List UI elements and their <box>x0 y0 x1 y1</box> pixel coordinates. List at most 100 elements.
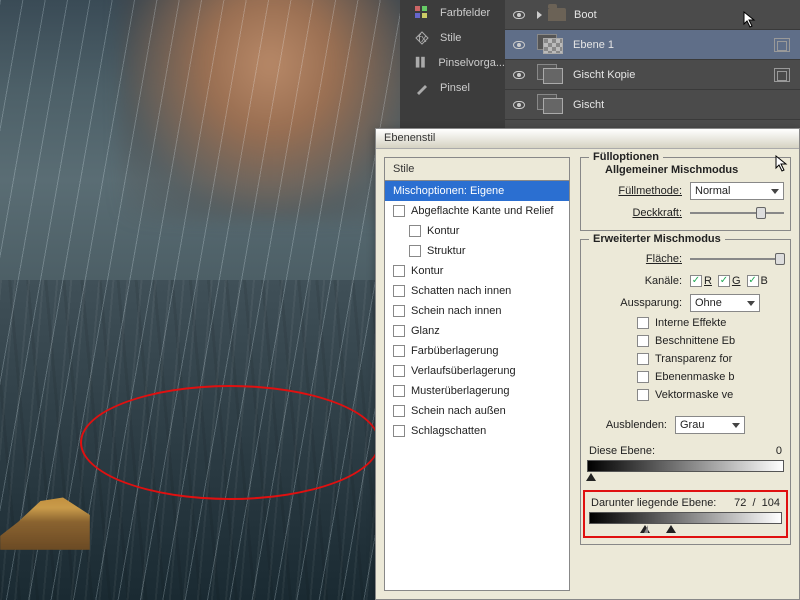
knockout-select[interactable]: Ohne <box>690 294 760 312</box>
visibility-icon[interactable] <box>513 41 525 49</box>
panel-brush-presets[interactable]: Pinselvorga... <box>400 50 505 75</box>
underlying-layer-gradient[interactable] <box>589 512 782 524</box>
style-item-outer-glow[interactable]: Schein nach außen <box>385 401 569 421</box>
checkbox-icon[interactable] <box>393 425 405 437</box>
folder-icon <box>548 8 566 21</box>
style-item-contour[interactable]: Kontur <box>385 221 569 241</box>
checkbox-icon[interactable] <box>637 353 649 365</box>
checkbox-icon[interactable] <box>637 335 649 347</box>
checkbox-icon[interactable] <box>690 275 702 287</box>
layer-action-icon[interactable] <box>774 38 790 52</box>
mouse-cursor-icon <box>774 154 792 175</box>
blend-mode-select[interactable]: Normal <box>690 182 784 200</box>
layer-row-boot[interactable]: Boot <box>505 0 800 30</box>
svg-text:fx: fx <box>418 33 427 45</box>
dialog-title-bar[interactable]: Ebenenstil <box>376 129 799 149</box>
gradient-knob-hi[interactable] <box>666 525 676 533</box>
channel-r[interactable]: R <box>690 275 712 287</box>
style-item-gradient-overlay[interactable]: Verlaufsüberlagerung <box>385 361 569 381</box>
this-layer-label: Diese Ebene: <box>589 445 655 457</box>
checkbox-icon[interactable] <box>393 205 405 217</box>
layer-row-ebene1[interactable]: Ebene 1 <box>505 30 800 60</box>
checkbox-icon[interactable] <box>718 275 730 287</box>
chevron-down-icon <box>747 301 755 306</box>
checkbox-icon[interactable] <box>393 285 405 297</box>
checkbox-icon[interactable] <box>637 389 649 401</box>
blend-if-select[interactable]: Grau <box>675 416 745 434</box>
style-item-satin[interactable]: Glanz <box>385 321 569 341</box>
channels-label: Kanäle: <box>587 275 682 287</box>
chevron-down-icon <box>732 423 740 428</box>
this-layer-gradient[interactable] <box>587 460 784 472</box>
layer-name: Gischt Kopie <box>573 69 774 81</box>
layer-action-icon[interactable] <box>774 68 790 82</box>
checkbox-icon[interactable] <box>393 325 405 337</box>
blending-options-pane: Fülloptionen Allgemeiner Mischmodus Füll… <box>580 157 791 591</box>
panel-styles[interactable]: fx Stile <box>400 25 505 50</box>
style-item-inner-glow[interactable]: Schein nach innen <box>385 301 569 321</box>
style-item-bevel[interactable]: Abgeflachte Kante und Relief <box>385 201 569 221</box>
gradient-knob-lo[interactable] <box>640 525 650 533</box>
visibility-icon[interactable] <box>513 101 525 109</box>
layer-thumbnail <box>537 64 565 86</box>
layer-style-dialog: Ebenenstil Stile Mischoptionen: Eigene A… <box>375 128 800 600</box>
panel-brush-presets-label: Pinselvorga... <box>438 57 505 69</box>
check-clipped-layers[interactable]: Beschnittene Eb <box>637 332 784 350</box>
gradient-knob-black[interactable] <box>586 473 596 481</box>
panel-swatches[interactable]: Farbfelder <box>400 0 505 25</box>
fill-options-legend: Fülloptionen <box>589 151 663 163</box>
swatches-icon <box>414 5 430 21</box>
style-list: Stile Mischoptionen: Eigene Abgeflachte … <box>384 157 570 591</box>
photoshop-canvas <box>0 0 400 600</box>
general-blend-legend: Allgemeiner Mischmodus <box>601 164 742 176</box>
check-layer-mask[interactable]: Ebenenmaske b <box>637 368 784 386</box>
checkbox-icon[interactable] <box>393 385 405 397</box>
chevron-down-icon <box>771 189 779 194</box>
brush-icon <box>414 80 430 96</box>
checkbox-icon[interactable] <box>393 345 405 357</box>
style-item-color-overlay[interactable]: Farbüberlagerung <box>385 341 569 361</box>
check-vector-mask[interactable]: Vektormaske ve <box>637 386 784 404</box>
opacity-slider[interactable] <box>690 204 784 222</box>
layer-row-gischt[interactable]: Gischt <box>505 90 800 120</box>
style-list-header: Stile <box>385 158 569 181</box>
checkbox-icon[interactable] <box>409 225 421 237</box>
panel-swatches-label: Farbfelder <box>440 7 490 19</box>
style-item-stroke[interactable]: Kontur <box>385 261 569 281</box>
checkbox-icon[interactable] <box>393 405 405 417</box>
annotation-highlight-box: Darunter liegende Ebene: 72 / 104 <box>583 490 788 538</box>
style-item-inner-shadow[interactable]: Schatten nach innen <box>385 281 569 301</box>
style-item-texture[interactable]: Struktur <box>385 241 569 261</box>
underlying-layer-values: 72 / 104 <box>734 497 780 509</box>
checkbox-icon[interactable] <box>393 305 405 317</box>
checkbox-icon[interactable] <box>409 245 421 257</box>
checkbox-icon[interactable] <box>393 265 405 277</box>
layer-thumbnail <box>537 34 565 56</box>
panel-brush[interactable]: Pinsel <box>400 75 505 100</box>
layer-name: Boot <box>574 9 800 21</box>
visibility-icon[interactable] <box>513 71 525 79</box>
check-transparency[interactable]: Transparenz for <box>637 350 784 368</box>
checkbox-icon[interactable] <box>637 317 649 329</box>
check-internal-effects[interactable]: Interne Effekte <box>637 314 784 332</box>
knockout-label: Aussparung: <box>587 297 682 309</box>
channel-b[interactable]: B <box>747 275 768 287</box>
layer-row-gischt-kopie[interactable]: Gischt Kopie <box>505 60 800 90</box>
underlying-layer-label: Darunter liegende Ebene: <box>591 497 716 509</box>
panel-brush-label: Pinsel <box>440 82 470 94</box>
style-item-pattern-overlay[interactable]: Musterüberlagerung <box>385 381 569 401</box>
layer-name: Gischt <box>573 99 800 111</box>
visibility-icon[interactable] <box>513 11 525 19</box>
blend-if-label: Ausblenden: <box>587 419 667 431</box>
layer-thumbnail <box>537 94 565 116</box>
annotation-ellipse <box>80 385 380 500</box>
checkbox-icon[interactable] <box>637 371 649 383</box>
folder-expand-icon[interactable] <box>537 11 542 19</box>
style-item-drop-shadow[interactable]: Schlagschatten <box>385 421 569 441</box>
style-item-blending-options[interactable]: Mischoptionen: Eigene <box>385 181 569 201</box>
checkbox-icon[interactable] <box>747 275 759 287</box>
channel-g[interactable]: G <box>718 275 741 287</box>
blend-mode-label: Füllmethode: <box>587 185 682 197</box>
checkbox-icon[interactable] <box>393 365 405 377</box>
fill-opacity-slider[interactable] <box>690 250 784 268</box>
